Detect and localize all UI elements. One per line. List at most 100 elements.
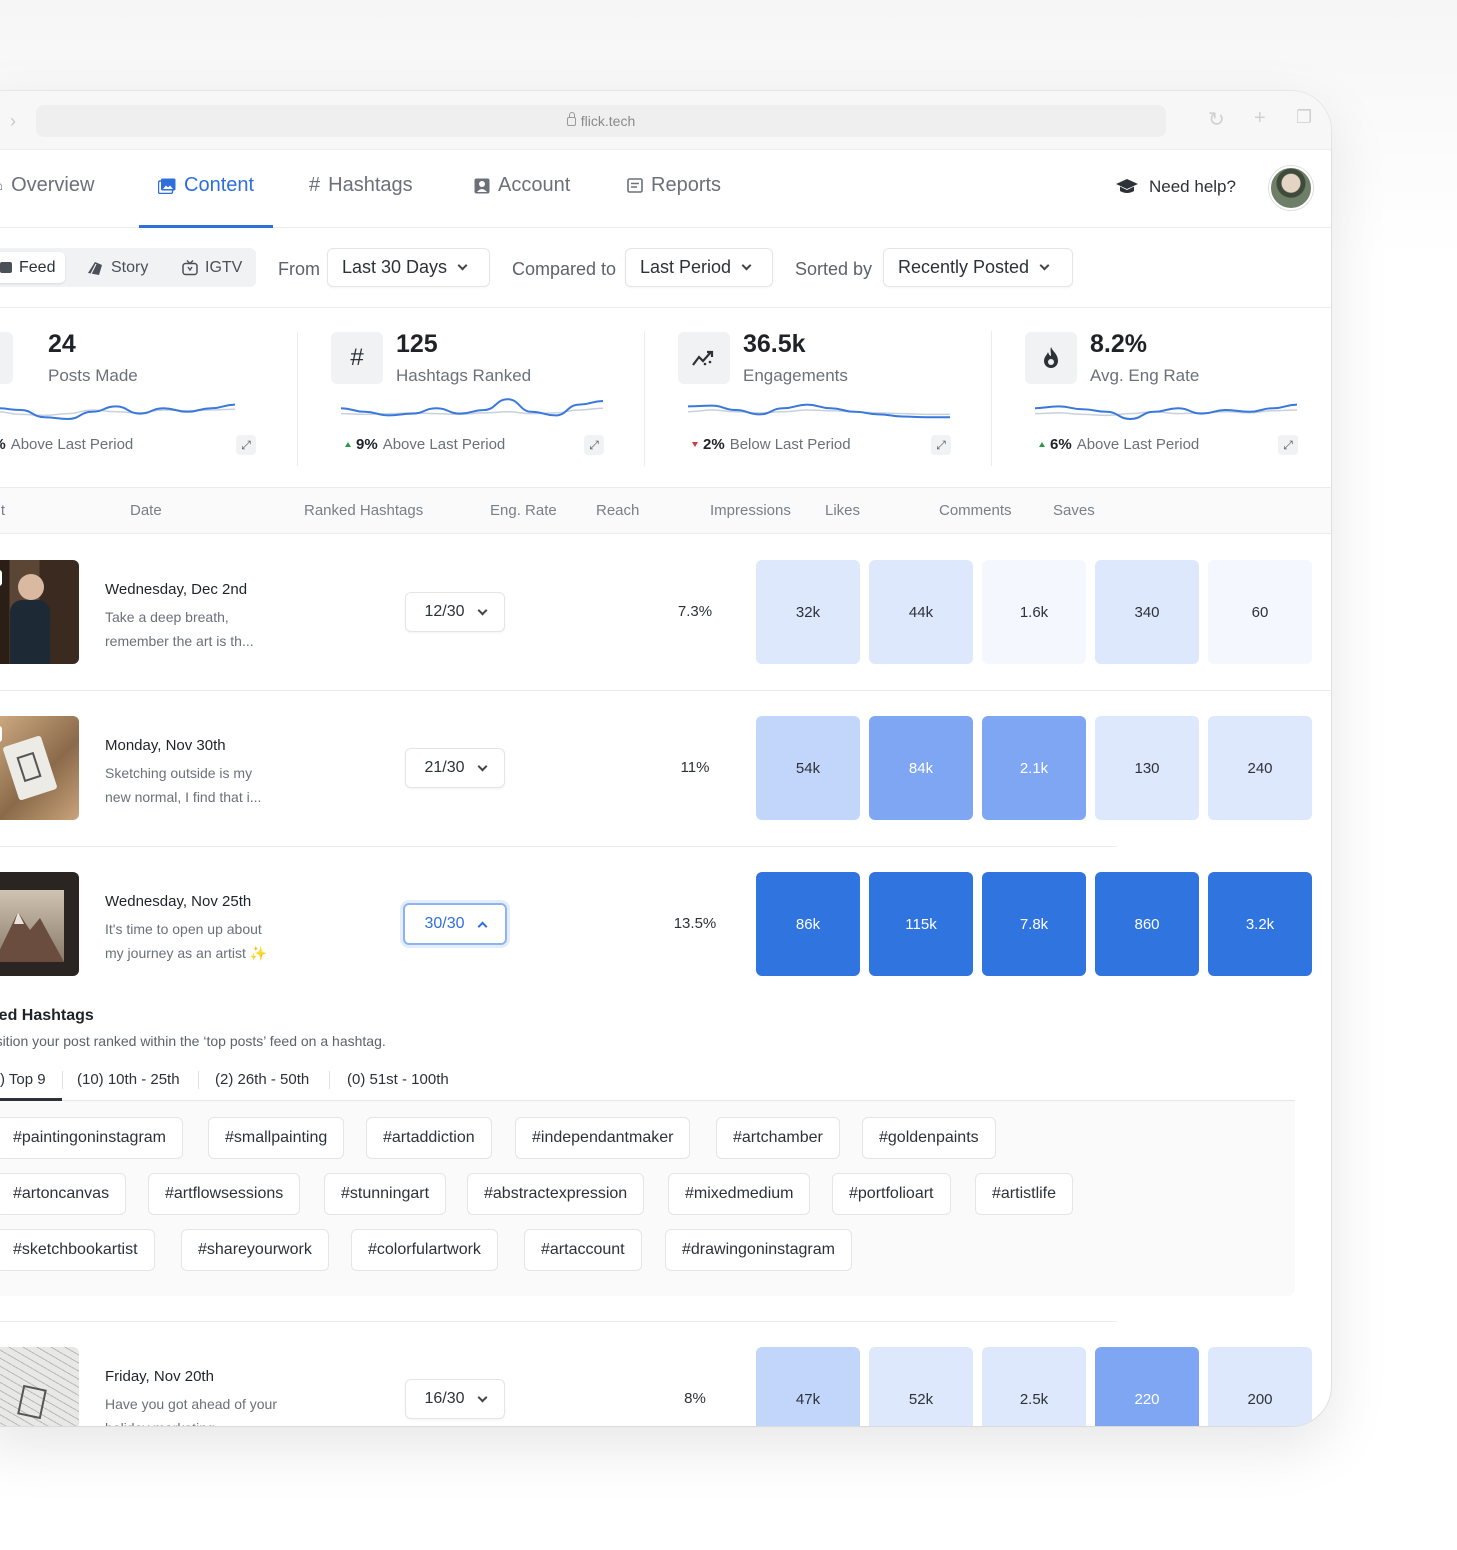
- from-select[interactable]: Last 30 Days: [327, 248, 490, 287]
- image-icon: [0, 726, 2, 742]
- table-row[interactable]: Wednesday, Dec 2nd Take a deep breath, r…: [0, 534, 1331, 690]
- stat-value: 8.2%: [1090, 330, 1147, 358]
- col-impressions[interactable]: Impressions: [710, 502, 791, 519]
- from-label: From: [278, 259, 320, 279]
- hashtag-chip[interactable]: #drawingoninstagram: [665, 1229, 852, 1271]
- sparkline: [341, 398, 603, 417]
- tab-26th-50th[interactable]: (2) 26th - 50th: [215, 1071, 309, 1088]
- type-igtv[interactable]: IGTV: [172, 252, 252, 283]
- metric-cell: 44k: [869, 560, 973, 664]
- metric-cell: 860: [1095, 872, 1199, 976]
- new-tab-icon[interactable]: +: [1254, 107, 1266, 130]
- user-avatar[interactable]: [1269, 166, 1313, 210]
- filter-bar: Feed Story IGTV From Last 30 Days Compar…: [0, 228, 1331, 308]
- tab-separator: [62, 1071, 63, 1089]
- expand-icon[interactable]: ⤢: [931, 435, 951, 455]
- hashtag-chip[interactable]: #stunningart: [324, 1173, 447, 1215]
- tab-10th-25th[interactable]: (10) 10th - 25th: [77, 1071, 180, 1088]
- hash-icon: #: [331, 332, 383, 384]
- hashtag-chip[interactable]: #shareyourwork: [181, 1229, 329, 1271]
- stat-posts-made: 24 Posts Made 3%Above Last Period ⤢: [0, 308, 330, 488]
- browser-window: › flick.tech ↻ + ❐ ⌂ Overview Content # …: [0, 91, 1331, 1426]
- hashtag-chip[interactable]: #artoncanvas: [0, 1173, 127, 1215]
- metric-cell: 2.1k: [982, 716, 1086, 820]
- table-row[interactable]: Wednesday, Nov 25th It's time to open up…: [0, 846, 1331, 1002]
- stat-label: Posts Made: [48, 366, 138, 385]
- expand-icon[interactable]: ⤢: [236, 435, 256, 455]
- chevron-down-icon: [741, 260, 752, 271]
- chevron-down-icon: [457, 260, 468, 271]
- col-content[interactable]: tent: [0, 502, 5, 519]
- trend-icon: [678, 332, 730, 384]
- home-icon: ⌂: [0, 177, 3, 194]
- hashtag-chip[interactable]: #abstractexpression: [467, 1173, 645, 1215]
- col-date[interactable]: Date: [130, 502, 162, 519]
- ranked-hashtags-dropdown[interactable]: 16/30: [405, 1379, 505, 1419]
- ranked-hashtags-dropdown[interactable]: 12/30: [405, 592, 505, 632]
- hashtag-chip[interactable]: #artchamber: [716, 1117, 840, 1159]
- forward-icon[interactable]: ›: [10, 111, 16, 132]
- expand-icon[interactable]: ⤢: [584, 435, 604, 455]
- ranked-hashtags-title: nked Hashtags: [0, 1007, 94, 1024]
- report-icon: [627, 178, 643, 193]
- tabs-overview-icon[interactable]: ❐: [1296, 107, 1312, 128]
- hashtag-chip[interactable]: #colorfulartwork: [351, 1229, 498, 1271]
- metric-cell: 115k: [869, 872, 973, 976]
- tab-top-9[interactable]: ) Top 9: [0, 1071, 46, 1088]
- type-story[interactable]: Story: [76, 252, 158, 283]
- ranked-hashtags-subtitle: position your post ranked within the ‘to…: [0, 1033, 386, 1049]
- col-ranked-hashtags[interactable]: Ranked Hashtags: [304, 502, 423, 519]
- hashtag-chip[interactable]: #sketchbookartist: [0, 1229, 155, 1271]
- stat-trend: 3%Above Last Period: [0, 436, 134, 453]
- tab-account[interactable]: Account: [474, 174, 570, 197]
- hashtag-chip[interactable]: #artflowsessions: [148, 1173, 301, 1215]
- hashtag-chip[interactable]: #goldenpaints: [862, 1117, 996, 1159]
- post-thumbnail[interactable]: [0, 872, 79, 976]
- tab-content[interactable]: Content: [158, 174, 254, 197]
- address-bar[interactable]: flick.tech: [36, 105, 1166, 137]
- metric-cell: 220: [1095, 1347, 1199, 1426]
- col-reach[interactable]: Reach: [596, 502, 639, 519]
- hashtag-chip[interactable]: #paintingoninstagram: [0, 1117, 183, 1159]
- stat-hashtags-ranked: # 125 Hashtags Ranked 9% Above Last Perio…: [331, 308, 678, 488]
- sparkline: [0, 403, 235, 421]
- hashtag-chip[interactable]: #independantmaker: [515, 1117, 691, 1159]
- post-thumbnail[interactable]: [0, 1347, 79, 1426]
- tab-hashtags[interactable]: # Hashtags: [309, 174, 413, 197]
- help-link[interactable]: Need help?: [1115, 177, 1236, 197]
- fire-icon: [1025, 332, 1077, 384]
- chevron-down-icon: [477, 605, 487, 615]
- hashtag-chip[interactable]: #portfolioart: [832, 1173, 951, 1215]
- sorted-select[interactable]: Recently Posted: [883, 248, 1073, 287]
- hashtag-chip[interactable]: #artaddiction: [366, 1117, 492, 1159]
- type-feed[interactable]: Feed: [0, 252, 66, 283]
- post-thumbnail[interactable]: [0, 560, 79, 664]
- ranked-hashtags-dropdown[interactable]: 21/30: [405, 748, 505, 788]
- stat-divider: [644, 331, 645, 466]
- col-comments[interactable]: Comments: [939, 502, 1012, 519]
- tab-overview[interactable]: ⌂ Overview: [0, 174, 94, 197]
- compared-select[interactable]: Last Period: [625, 248, 773, 287]
- post-thumbnail[interactable]: [0, 716, 79, 820]
- tab-51st-100th[interactable]: (0) 51st - 100th: [347, 1071, 449, 1088]
- expand-icon[interactable]: ⤢: [1278, 435, 1298, 455]
- post-date: Wednesday, Dec 2nd: [105, 581, 248, 598]
- col-saves[interactable]: Saves: [1053, 502, 1095, 519]
- reload-icon[interactable]: ↻: [1208, 107, 1225, 132]
- table-row[interactable]: Monday, Nov 30th Sketching outside is my…: [0, 690, 1331, 846]
- hashtag-chip[interactable]: #smallpainting: [208, 1117, 345, 1159]
- hashtag-list: #paintingoninstagram #smallpainting #art…: [0, 1101, 1295, 1296]
- metric-cell: 3.2k: [1208, 872, 1312, 976]
- chevron-down-icon: [477, 761, 487, 771]
- hashtag-chip[interactable]: #artistlife: [975, 1173, 1074, 1215]
- hashtag-chip[interactable]: #mixedmedium: [668, 1173, 811, 1215]
- col-likes[interactable]: Likes: [825, 502, 860, 519]
- plus-circle-icon: [0, 332, 13, 384]
- table-row[interactable]: Friday, Nov 20th Have you got ahead of y…: [0, 1321, 1331, 1426]
- ranked-hashtags-dropdown[interactable]: 30/30: [403, 903, 507, 945]
- tab-reports[interactable]: Reports: [627, 174, 721, 197]
- col-eng-rate[interactable]: Eng. Rate: [490, 502, 557, 519]
- rank-tabs: ) Top 9 (10) 10th - 25th (2) 26th - 50th…: [0, 1061, 1295, 1101]
- hashtag-chip[interactable]: #artaccount: [524, 1229, 642, 1271]
- stat-trend: 6% Above Last Period: [1039, 436, 1199, 453]
